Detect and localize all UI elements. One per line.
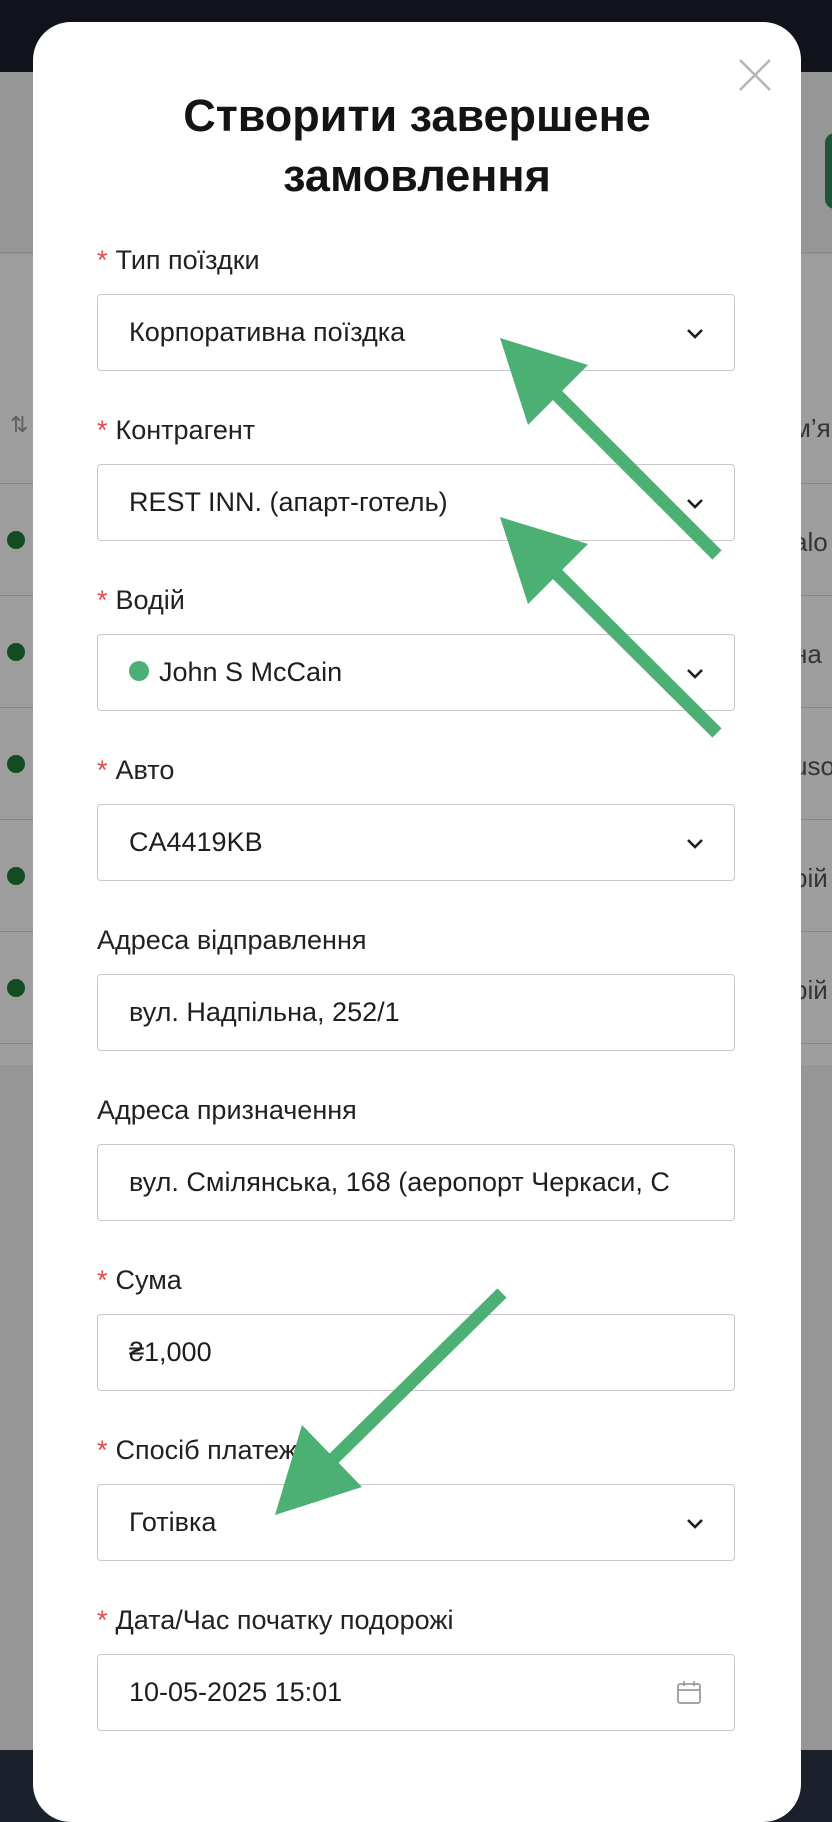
chevron-down-icon [687, 329, 703, 339]
field-label-trip-type: * Тип поїздки [97, 245, 260, 276]
field-label-car: * Авто [97, 755, 174, 786]
required-marker: * [97, 415, 108, 445]
required-marker: * [97, 245, 108, 275]
field-label-amount: * Сума [97, 1265, 182, 1296]
create-order-modal: Створити завершене замовлення * Тип поїзд… [33, 22, 801, 1822]
label-text: Адреса призначення [97, 1095, 357, 1125]
chevron-down-icon [687, 839, 703, 849]
chevron-down-icon [687, 499, 703, 509]
required-marker: * [97, 1435, 108, 1465]
label-text: Контрагент [115, 415, 256, 445]
payment-method-select[interactable]: Готівка [97, 1484, 735, 1561]
chevron-down-icon [687, 669, 703, 679]
destination-address-input[interactable]: вул. Смілянська, 168 (аеропорт Черкаси, … [97, 1144, 735, 1221]
field-label-start-datetime: * Дата/Час початку подорожі [97, 1605, 453, 1636]
modal-title: Створити завершене замовлення [183, 90, 651, 201]
field-label-payment-method: * Спосіб платеж [97, 1435, 297, 1466]
driver-select[interactable]: John S McCain [97, 634, 735, 711]
chevron-down-icon [687, 1519, 703, 1529]
car-select[interactable]: CA4419KB [97, 804, 735, 881]
input-value: вул. Смілянська, 168 (аеропорт Черкаси, … [129, 1167, 670, 1197]
label-text: Спосіб платеж [115, 1435, 297, 1465]
required-marker: * [97, 1265, 108, 1295]
input-value: 10-05-2025 15:01 [129, 1677, 343, 1707]
required-marker: * [97, 755, 108, 785]
label-text: Тип поїздки [115, 245, 260, 275]
select-value: Готівка [129, 1507, 217, 1537]
select-value: CA4419KB [129, 827, 263, 857]
field-label-departure: Адреса відправлення [97, 925, 367, 956]
driver-value-wrap: John S McCain [129, 635, 704, 710]
field-label-driver: * Водій [97, 585, 185, 616]
select-value: REST INN. (апарт-готель) [129, 487, 448, 517]
required-marker: * [97, 585, 108, 615]
driver-status-dot [129, 660, 149, 681]
counterparty-select[interactable]: REST INN. (апарт-готель) [97, 464, 735, 541]
start-datetime-picker[interactable]: 10-05-2025 15:01 [97, 1654, 735, 1731]
label-text: Водій [115, 585, 185, 615]
field-label-destination: Адреса призначення [97, 1095, 357, 1126]
label-text: Дата/Час початку подорожі [115, 1605, 454, 1635]
amount-input[interactable]: ₴1,000 [97, 1314, 735, 1391]
select-value: John S McCain [159, 657, 343, 687]
input-value: ₴1,000 [129, 1337, 212, 1367]
calendar-icon[interactable] [676, 1680, 702, 1706]
field-label-counterparty: * Контрагент [97, 415, 255, 446]
label-text: Авто [115, 755, 175, 785]
input-value: вул. Надпільна, 252/1 [129, 997, 400, 1027]
label-text: Адреса відправлення [97, 925, 367, 955]
required-marker: * [97, 1605, 108, 1635]
trip-type-select[interactable]: Корпоративна поїздка [97, 294, 735, 371]
select-value: Корпоративна поїздка [129, 317, 406, 347]
departure-address-input[interactable]: вул. Надпільна, 252/1 [97, 974, 735, 1051]
label-text: Сума [115, 1265, 182, 1295]
